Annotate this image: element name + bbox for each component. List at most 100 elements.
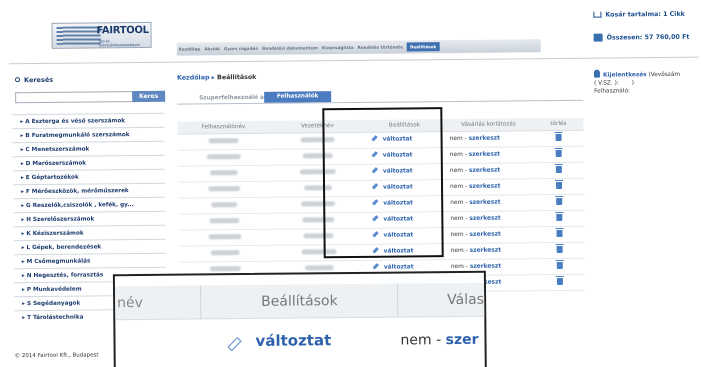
limit-no: nem	[450, 247, 464, 255]
limit-cell: nem - szerkeszt	[444, 242, 535, 260]
highlight-frame	[322, 107, 444, 259]
user-icon	[593, 69, 600, 78]
username-cell	[177, 132, 270, 150]
delete-cell	[534, 193, 585, 211]
delete-cell	[534, 225, 585, 243]
edit-link[interactable]: szerkeszt	[469, 216, 500, 222]
delete-cell	[534, 209, 585, 227]
trash-icon[interactable]	[556, 245, 563, 253]
blurred-username	[208, 137, 239, 143]
zoom-callout: név Beállítások Válas változtat nem - sz…	[112, 270, 487, 367]
nav-item-home[interactable]: Kezdőlap	[179, 46, 201, 51]
limit-dash: -	[465, 263, 468, 270]
cart-summary[interactable]: Kosár tartalma: 1 Cikk	[593, 11, 685, 19]
edit-link[interactable]: szerkeszt	[470, 264, 501, 270]
pencil-icon	[372, 263, 379, 270]
edit-link[interactable]: szerkeszt	[469, 168, 500, 174]
trash-icon[interactable]	[555, 149, 562, 157]
blurred-username	[206, 153, 241, 159]
trash-icon[interactable]	[556, 277, 563, 285]
search-title: Keresés	[14, 76, 53, 84]
breadcrumb: Kezdőlap ▸ Beállítások	[177, 74, 256, 82]
username-cell	[177, 164, 270, 182]
edit-link[interactable]: szerkeszt	[469, 200, 500, 206]
limit-no: nem	[450, 231, 464, 239]
category-item[interactable]: G Reszelők,csiszolók , kefék, gy...	[13, 196, 166, 213]
logo[interactable]: FAIRTOOL Tép és Szerszámkereskedelem	[51, 21, 152, 49]
logout-link[interactable]: Kijelentkezés	[603, 72, 647, 78]
limit-no: nem	[450, 183, 464, 191]
category-item[interactable]: M Csőmegmunkálás	[13, 252, 166, 269]
edit-link[interactable]: szerkeszt	[469, 136, 500, 142]
nav-item-wishlist[interactable]: Kívánságlista	[322, 45, 354, 50]
limit-cell: nem - szerkeszt	[443, 146, 534, 164]
user-label: Felhasználó:	[594, 88, 630, 95]
category-list: A Eszterga és véső szerszámok B Furatmeg…	[0, 0, 699, 325]
category-item[interactable]: D Marószerszámok	[12, 154, 165, 171]
limit-cell: nem - szerkeszt	[444, 210, 535, 228]
edit-link[interactable]: szerkeszt	[470, 248, 501, 254]
zoom-limit-cell: nem - szer	[400, 332, 478, 349]
category-item[interactable]: K Kéziszerszámok	[13, 224, 166, 241]
search-input[interactable]	[15, 91, 135, 104]
zoom-col-username: név	[117, 294, 144, 312]
username-cell	[178, 244, 271, 262]
limit-dash: -	[465, 199, 468, 206]
main-nav: Kezdőlap Akciók Gyors rögzítés Rendelési…	[176, 39, 541, 56]
breadcrumb-current: Beállítások	[216, 73, 257, 82]
trash-icon[interactable]	[555, 133, 562, 141]
search-icon	[14, 77, 21, 83]
cart-icon	[593, 11, 602, 18]
header-divider	[8, 56, 699, 65]
search-button[interactable]: Keres	[132, 90, 166, 103]
trash-icon[interactable]	[556, 213, 563, 221]
edit-link[interactable]: szerkeszt	[469, 152, 500, 158]
zoom-limit-dash: -	[436, 332, 442, 349]
delete-cell	[533, 129, 584, 147]
logo-mark-icon	[56, 26, 101, 45]
trash-icon[interactable]	[555, 181, 563, 189]
category-item[interactable]: B Furatmegmunkáló szerszámok	[12, 126, 165, 143]
limit-cell: nem - szerkeszt	[443, 178, 535, 196]
nav-item-order-history[interactable]: Rendelés története	[358, 44, 404, 49]
nav-item-deals[interactable]: Akciók	[204, 46, 220, 51]
category-item[interactable]: A Eszterga és véső szerszámok	[12, 112, 165, 129]
money-icon	[593, 33, 603, 42]
limit-dash: -	[465, 215, 468, 222]
limit-no: nem	[449, 135, 463, 143]
tab-users[interactable]: Felhasználók	[264, 91, 332, 103]
limit-cell: nem - szerkeszt	[443, 130, 534, 148]
breadcrumb-home[interactable]: Kezdőlap	[177, 74, 210, 81]
username-cell	[178, 228, 271, 246]
edit-link[interactable]: szerkeszt	[469, 184, 500, 190]
trash-icon[interactable]	[556, 197, 563, 205]
category-item[interactable]: C Menetszerszámok	[12, 140, 165, 157]
limit-cell: nem - szerkeszt	[443, 162, 534, 180]
customer-code-close: )	[631, 80, 634, 87]
change-link[interactable]: változtat	[384, 264, 414, 270]
limit-no: nem	[450, 215, 464, 223]
nav-item-settings[interactable]: Beállítások	[407, 42, 440, 52]
blurred-username	[210, 249, 240, 255]
zoom-change-link[interactable]: változtat	[255, 331, 331, 350]
category-item[interactable]: H Szerelőszerszámok	[13, 210, 166, 227]
limit-no: nem	[450, 199, 464, 207]
category-item[interactable]: E Géptartozékok	[12, 168, 165, 185]
delete-cell	[533, 161, 584, 179]
edit-link[interactable]: szerkeszt	[469, 232, 500, 238]
trash-icon[interactable]	[556, 229, 563, 237]
limit-cell: nem - szerkeszt	[444, 194, 535, 212]
category-item[interactable]: L Gépek, berendezések	[13, 238, 166, 255]
trash-icon[interactable]	[555, 165, 562, 173]
nav-item-quick-entry[interactable]: Gyors rögzítés	[224, 46, 258, 51]
limit-no: nem	[449, 151, 463, 159]
cart-total: Összesen: 57 760,00 Ft	[593, 33, 689, 42]
category-item[interactable]: F Mérőeszközök, mérőműszerek	[12, 182, 166, 199]
nav-item-order-document[interactable]: Rendelési dokumentum	[262, 45, 318, 51]
limit-no: nem	[450, 263, 464, 271]
zoom-edit-link[interactable]: szer	[446, 332, 479, 348]
logo-tagline: Tép és Szerszámkereskedelem	[98, 39, 140, 48]
trash-icon[interactable]	[556, 261, 563, 269]
col-header-username: Felhasználónév	[177, 120, 270, 134]
blurred-username	[209, 169, 238, 175]
